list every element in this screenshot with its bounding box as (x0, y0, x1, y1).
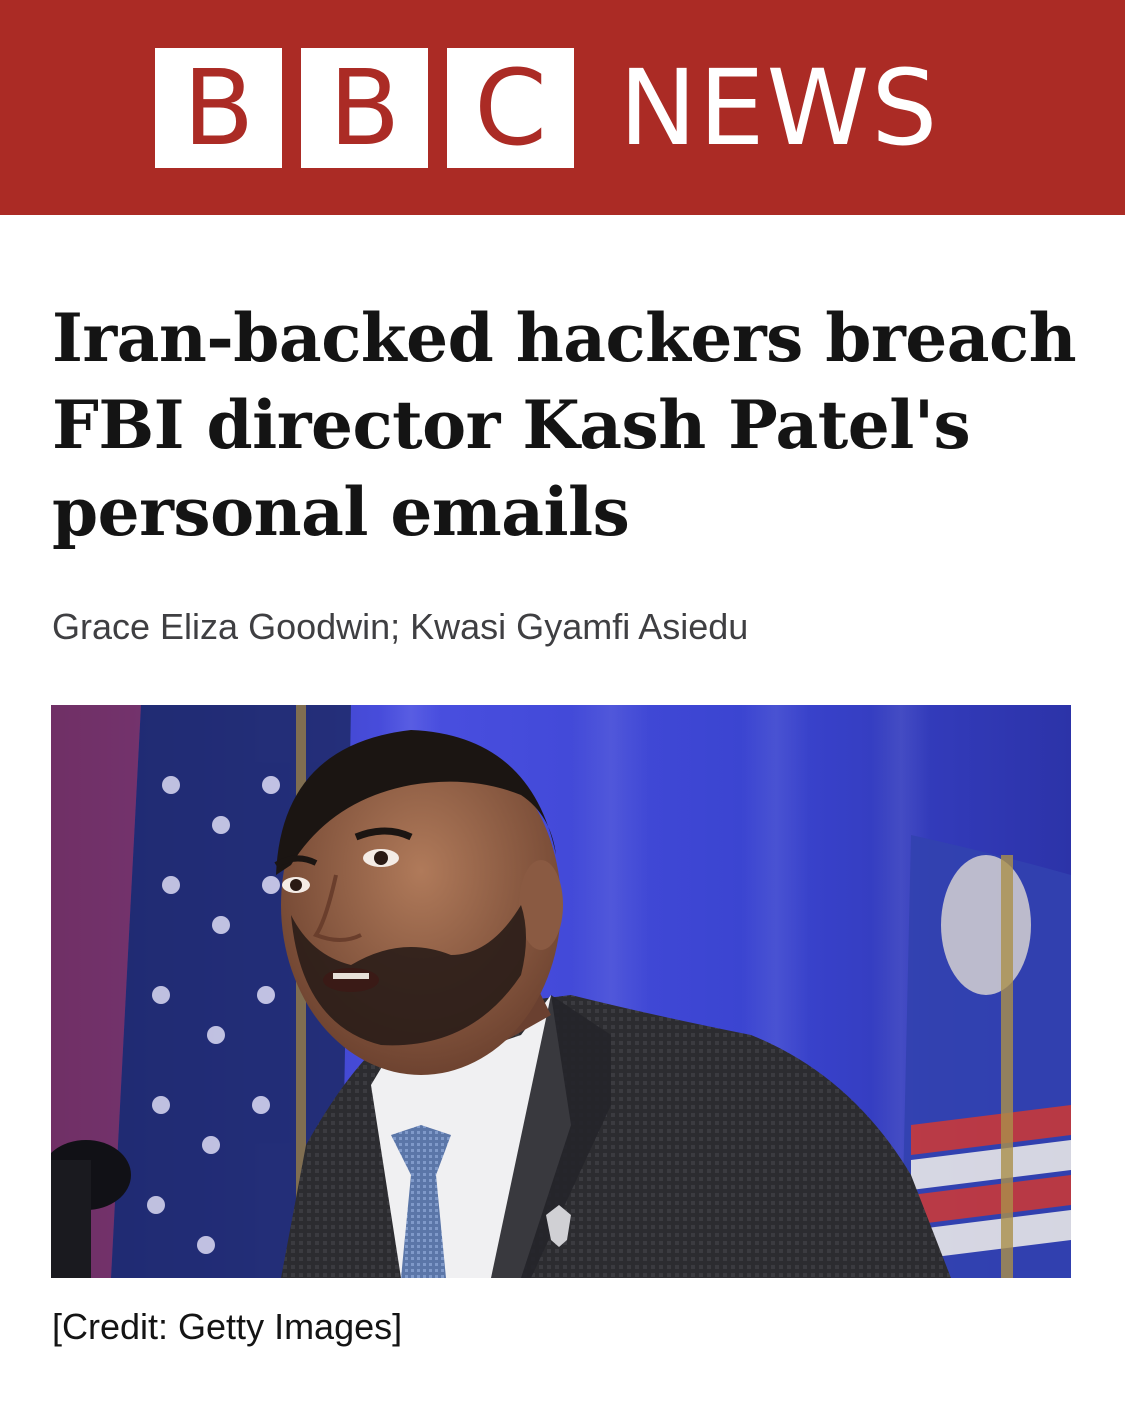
article-page: B B C NEWS Iran-backed hackers breach FB… (0, 0, 1125, 1405)
logo-letter: B (182, 47, 255, 169)
logo-block-b2: B (301, 48, 428, 168)
article-byline: Grace Eliza Goodwin; Kwasi Gyamfi Asiedu (52, 606, 749, 647)
bbc-news-logo[interactable]: B B C NEWS (155, 48, 939, 168)
logo-letter: B (328, 47, 401, 169)
logo-block-c: C (447, 48, 574, 168)
logo-letter: C (474, 47, 547, 169)
logo-news-word: NEWS (619, 47, 940, 169)
article-headline: Iran-backed hackers breach FBI director … (52, 299, 1077, 551)
fbi-flag-right (901, 835, 1071, 1278)
image-credit: [Credit: Getty Images] (52, 1306, 403, 1347)
photo-illustration (51, 705, 1071, 1278)
article-photo (51, 705, 1071, 1278)
masthead-bar: B B C NEWS (0, 0, 1125, 215)
logo-block-b1: B (155, 48, 282, 168)
